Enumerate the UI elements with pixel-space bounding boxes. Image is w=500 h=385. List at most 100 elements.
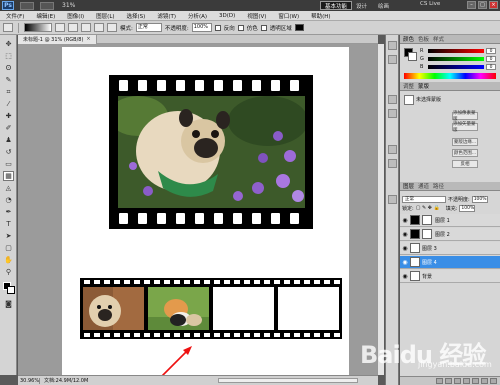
gradient-tool-preset-icon[interactable] [3,23,13,32]
menu-select[interactable]: 选择(S) [121,12,152,20]
fill-field[interactable]: 100% [459,204,476,212]
lock-icons[interactable]: ▢ ✎ ✥ 🔒 [416,205,444,211]
document-canvas[interactable] [62,47,349,381]
menu-layer[interactable]: 图层(L) [90,12,120,20]
green-slider[interactable]: G 0 [420,56,496,62]
maximize-icon[interactable]: □ [478,1,487,9]
layer-opacity-field[interactable]: 100% [471,195,488,203]
opacity-field[interactable]: 100% [191,23,212,32]
workspace-design-button[interactable]: 设计 [352,1,371,10]
color-panel-background[interactable] [408,52,417,61]
tab-styles[interactable]: 样式 [433,35,444,43]
3d-panel-icon[interactable] [388,195,397,204]
color-ramp[interactable] [404,73,496,79]
radial-gradient-icon[interactable] [68,23,78,32]
mask-edge-button[interactable]: 蒙版边缘... [452,138,478,146]
tab-paths[interactable]: 路径 [433,182,444,190]
actions-panel-icon[interactable] [388,55,397,64]
tab-adjustments[interactable]: 调整 [403,82,414,90]
color-swatch[interactable] [294,24,304,31]
tab-masks[interactable]: 蒙版 [418,82,429,90]
tab-swatches[interactable]: 色板 [418,35,429,43]
launch-bridge-button[interactable] [20,1,34,10]
document-tab[interactable]: 未标题-1 @ 31% (RGB/8) × [18,34,97,44]
menu-file[interactable]: 文件(F) [0,12,30,20]
menu-view[interactable]: 视图(V) [241,12,272,20]
menu-analysis[interactable]: 分析(A) [182,12,213,20]
quick-mask-icon[interactable]: ◙ [3,299,14,309]
add-pixel-mask-button[interactable]: 添加像素蒙版 [452,111,478,122]
layer-row[interactable]: ◉ 图层 1 [400,214,500,227]
transparency-checkbox[interactable] [260,24,267,31]
character-panel-icon[interactable] [388,145,397,154]
color-range-button[interactable]: 颜色范围... [452,149,478,157]
eyedropper-tool-icon[interactable]: ⁄ [3,99,14,109]
layer-style-icon[interactable] [445,378,452,384]
add-vector-mask-button[interactable]: 添加矢量蒙版 [452,122,478,133]
quick-select-tool-icon[interactable]: ✎ [3,75,14,85]
history-brush-tool-icon[interactable]: ↺ [3,147,14,157]
film-frame-4-empty[interactable] [278,287,339,330]
film-frame-2[interactable] [148,287,209,330]
clone-stamp-tool-icon[interactable]: ♟ [3,135,14,145]
gradient-picker[interactable] [24,23,52,32]
pen-tool-icon[interactable]: ✒ [3,207,14,217]
eye-icon[interactable]: ◉ [400,259,410,266]
layer-mask-thumbnail[interactable] [422,215,432,225]
menu-window[interactable]: 窗口(W) [272,12,305,20]
invert-button[interactable]: 反相 [452,160,478,168]
blue-slider-track[interactable] [428,65,484,69]
blue-value-field[interactable]: 0 [486,64,496,70]
brush-tool-icon[interactable]: ✐ [3,123,14,133]
move-tool-icon[interactable]: ✥ [3,39,14,49]
mode-select[interactable]: 正常 [135,23,162,32]
close-tab-icon[interactable]: × [86,36,90,42]
gradient-tool-icon[interactable]: ▦ [3,171,14,181]
dodge-tool-icon[interactable]: ◔ [3,195,14,205]
dither-checkbox[interactable] [237,24,244,31]
brush-panel-icon[interactable] [388,95,397,104]
marquee-tool-icon[interactable]: ⬚ [3,51,14,61]
foreground-background-colors[interactable] [3,282,15,294]
new-group-icon[interactable] [472,378,479,384]
blue-slider[interactable]: B 0 [420,64,496,70]
green-value-field[interactable]: 0 [486,56,496,62]
crop-tool-icon[interactable]: ⌗ [3,87,14,97]
eraser-tool-icon[interactable]: ▭ [3,159,14,169]
red-value-field[interactable]: 0 [486,48,496,54]
film-frame-1[interactable] [83,287,144,330]
hand-tool-icon[interactable]: ✋ [3,255,14,265]
background-color-swatch[interactable] [7,286,15,294]
eye-icon[interactable]: ◉ [400,245,410,252]
new-layer-icon[interactable] [481,378,488,384]
cs-live-button[interactable]: CS Live [420,1,440,7]
horizontal-scrollbar[interactable] [218,378,358,383]
minimize-icon[interactable]: – [467,1,476,9]
healing-brush-tool-icon[interactable]: ✚ [3,111,14,121]
view-extras-button[interactable] [40,1,54,10]
film-frame-3-empty[interactable] [213,287,274,330]
shape-tool-icon[interactable]: ▢ [3,243,14,253]
menu-help[interactable]: 帮助(H) [305,12,336,20]
workspace-painting-button[interactable]: 绘画 [374,1,393,10]
add-mask-icon[interactable] [454,378,461,384]
eye-icon[interactable]: ◉ [400,217,410,224]
path-selection-tool-icon[interactable]: ➤ [3,231,14,241]
paragraph-panel-icon[interactable] [388,159,397,168]
eye-icon[interactable]: ◉ [400,273,410,280]
diamond-gradient-icon[interactable] [107,23,117,32]
tab-layers[interactable]: 图层 [403,182,414,190]
reflected-gradient-icon[interactable] [94,23,104,32]
menu-filter[interactable]: 滤镜(T) [151,12,182,20]
tab-color[interactable]: 颜色 [403,35,414,43]
workspace-essentials-button[interactable]: 基本功能 [320,1,353,10]
adjustment-layer-icon[interactable] [463,378,470,384]
canvas-workspace[interactable] [18,44,377,381]
layer-row[interactable]: ◉ 图层 2 [400,228,500,241]
eye-icon[interactable]: ◉ [400,231,410,238]
menu-3d[interactable]: 3D(D) [213,13,241,19]
layer-row[interactable]: ◉ 背景 [400,270,500,283]
link-layers-icon[interactable] [436,378,443,384]
blend-mode-select[interactable]: 正常 [402,195,446,203]
history-panel-icon[interactable] [388,41,397,50]
